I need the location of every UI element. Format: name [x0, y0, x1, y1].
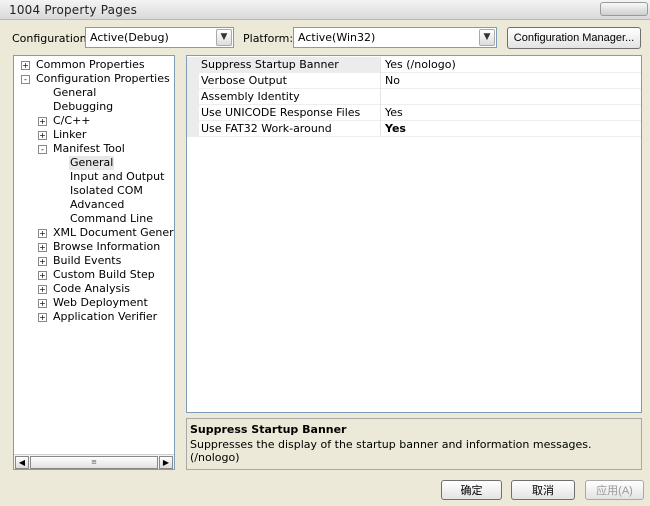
expand-icon[interactable]: + [38, 285, 47, 294]
row-gutter [187, 57, 199, 73]
expand-icon[interactable]: + [38, 299, 47, 308]
chevron-down-icon[interactable]: ▼ [216, 29, 232, 46]
property-name: Suppress Startup Banner [201, 58, 339, 71]
expand-icon[interactable]: + [38, 313, 47, 322]
configuration-select[interactable]: Active(Debug) ▼ [85, 27, 234, 48]
collapse-icon[interactable]: - [38, 145, 47, 154]
tree-item-label: Common Properties [36, 58, 145, 71]
property-name: Use FAT32 Work-around [201, 122, 332, 135]
property-value[interactable]: Yes [385, 122, 406, 135]
property-name: Use UNICODE Response Files [201, 106, 361, 119]
tree-horizontal-scrollbar[interactable]: ◀ ≡ ▶ [14, 454, 174, 469]
tree-item-label: XML Document Generator [53, 226, 174, 239]
row-gutter [187, 73, 199, 89]
cancel-button[interactable]: 取消 [511, 480, 575, 500]
property-value[interactable]: No [385, 74, 400, 87]
description-title: Suppress Startup Banner [190, 423, 347, 436]
arrow-left-icon[interactable]: ◀ [15, 456, 29, 469]
tree-item-label: Code Analysis [53, 282, 130, 295]
window-title: 1004 Property Pages [9, 3, 138, 17]
ok-button[interactable]: 确定 [441, 480, 502, 500]
property-row[interactable]: Assembly Identity [187, 89, 641, 105]
tree-item-label: Web Deployment [53, 296, 148, 309]
expand-icon[interactable]: + [38, 117, 47, 126]
tree-item-label: Advanced [70, 198, 125, 211]
tree-item-label: Isolated COM [70, 184, 143, 197]
expand-icon[interactable]: + [38, 131, 47, 140]
expand-icon[interactable]: + [38, 257, 47, 266]
property-tree[interactable]: + Common Properties - Configuration Propert… [13, 55, 175, 470]
title-bar: 1004 Property Pages [0, 0, 650, 20]
property-name: Verbose Output [201, 74, 287, 87]
property-row[interactable]: Use FAT32 Work-around Yes [187, 121, 641, 137]
arrow-right-icon[interactable]: ▶ [159, 456, 173, 469]
tree-item-label: Custom Build Step [53, 268, 155, 281]
tree-item-label: Command Line [70, 212, 153, 225]
tree-item-label: Configuration Properties [36, 72, 170, 85]
tree-item-label: Debugging [53, 100, 114, 113]
platform-select[interactable]: Active(Win32) ▼ [293, 27, 497, 48]
apply-button[interactable]: 应用(A) [585, 480, 644, 500]
tree-item-label: Input and Output [70, 170, 165, 183]
tree-item-label: Manifest Tool [53, 142, 125, 155]
property-value[interactable]: Yes [385, 106, 403, 119]
scroll-thumb[interactable]: ≡ [30, 456, 158, 469]
configuration-manager-button[interactable]: Configuration Manager... [507, 27, 641, 49]
property-row[interactable]: Suppress Startup Banner Yes (/nologo) [187, 57, 641, 73]
configuration-label: Configuration: [12, 32, 91, 45]
property-row[interactable]: Verbose Output No [187, 73, 641, 89]
description-text: Suppresses the display of the startup ba… [190, 438, 592, 464]
collapse-icon[interactable]: - [21, 75, 30, 84]
tree-item-label: Application Verifier [53, 310, 158, 323]
platform-value: Active(Win32) [298, 31, 376, 44]
chevron-down-icon[interactable]: ▼ [479, 29, 495, 46]
expand-icon[interactable]: + [21, 61, 30, 70]
tree-item-label: General [53, 86, 97, 99]
expand-icon[interactable]: + [38, 229, 47, 238]
platform-label: Platform: [243, 32, 294, 45]
row-gutter [187, 105, 199, 121]
configuration-value: Active(Debug) [90, 31, 169, 44]
tree-item-label: Linker [53, 128, 87, 141]
expand-icon[interactable]: + [38, 243, 47, 252]
window-controls[interactable] [600, 2, 648, 16]
row-gutter [187, 121, 199, 137]
description-panel: Suppress Startup Banner Suppresses the d… [186, 418, 642, 470]
property-grid[interactable]: Suppress Startup Banner Yes (/nologo) Verb… [186, 55, 642, 413]
property-row[interactable]: Use UNICODE Response Files Yes [187, 105, 641, 121]
tree-item-label: Build Events [53, 254, 122, 267]
row-gutter [187, 89, 199, 105]
property-name: Assembly Identity [201, 90, 300, 103]
tree-item-label: C/C++ [53, 114, 91, 127]
property-value[interactable]: Yes (/nologo) [385, 58, 456, 71]
expand-icon[interactable]: + [38, 271, 47, 280]
tree-item-label: General [69, 156, 115, 170]
tree-item-label: Browse Information [53, 240, 161, 253]
